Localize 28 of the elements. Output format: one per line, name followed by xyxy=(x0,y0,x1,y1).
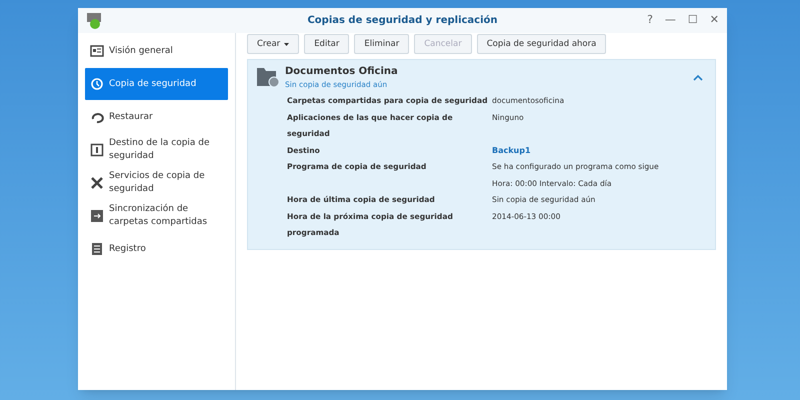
toolbar-button[interactable]: Crear xyxy=(247,34,300,54)
list-icon xyxy=(90,242,104,256)
app-logo-icon xyxy=(86,12,102,30)
sidebar-item[interactable]: Restaurar xyxy=(85,101,228,133)
collapse-chevron-icon[interactable] xyxy=(693,74,703,81)
sidebar-item[interactable]: Servicios de copia de seguridad xyxy=(85,167,228,199)
tools-icon xyxy=(90,176,104,190)
sidebar-item[interactable]: Visión general xyxy=(85,35,228,67)
toolbar-button[interactable]: Copia de seguridad ahora xyxy=(476,34,606,54)
toolbar-button[interactable]: Eliminar xyxy=(354,34,410,54)
toolbar-button[interactable]: Editar xyxy=(304,34,350,54)
sidebar-item[interactable]: Copia de seguridad xyxy=(85,68,228,100)
window-control[interactable]: ✕ xyxy=(710,12,719,29)
caret-icon xyxy=(284,42,290,46)
window-control[interactable]: — xyxy=(664,12,676,29)
window-title: Copias de seguridad y replicación xyxy=(307,14,498,28)
sidebar-item[interactable]: Destino de la copia de seguridad xyxy=(85,134,228,166)
history-icon xyxy=(90,77,104,91)
sidebar-item[interactable]: Sincronización de carpetas compartidas xyxy=(85,200,228,232)
window-control[interactable]: ☐ xyxy=(688,12,698,29)
task-name: Documentos Oficina xyxy=(285,65,398,79)
arrow-box-icon xyxy=(90,209,104,223)
id-card-icon xyxy=(90,44,104,58)
destination-link[interactable]: Backup1 xyxy=(492,142,531,160)
window-control[interactable]: ? xyxy=(647,12,653,29)
folder-clock-icon xyxy=(256,66,280,88)
framed-box-icon xyxy=(90,143,104,157)
sidebar-item[interactable]: Registro xyxy=(85,233,228,265)
